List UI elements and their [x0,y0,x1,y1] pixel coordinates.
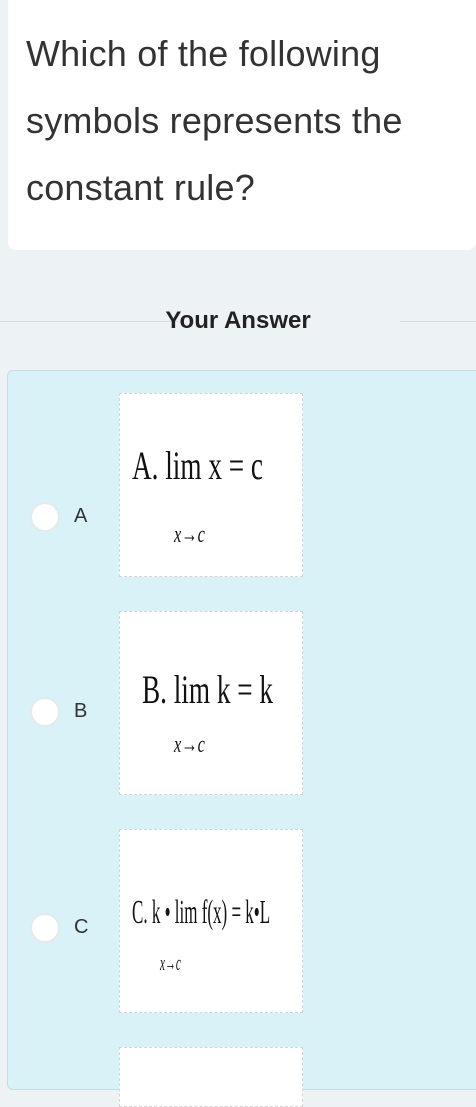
formula-text-c: C. k • lim f(x) = k•L [132,894,271,931]
formula-image-b: B. lim k = k x→c [119,611,303,795]
question-line: Which of the following [26,33,381,74]
formula-text-a: A. lim x = c [132,443,263,488]
answer-option-b[interactable]: B B. lim k = k x→c [8,611,476,795]
option-letter-a: A [74,505,88,527]
radio-button-b[interactable] [30,697,60,727]
radio-button-c[interactable] [30,913,60,943]
question-line: constant rule? [26,167,255,208]
your-answer-heading: Your Answer [165,307,311,334]
formula-text-b: B. lim k = k [142,667,273,712]
formula-subscript-b: x→c [174,732,205,758]
formula-subscript-a: x→c [174,522,205,548]
divider-line-left [0,321,178,322]
option-letter-b: B [74,700,88,722]
answers-panel: A A. lim x = c x→c B B. lim k = k x→c C … [7,370,476,1107]
divider-line-right [400,321,476,322]
answer-option-c[interactable]: C C. k • lim f(x) = k•L x→c [8,829,476,1013]
formula-image-next [119,1047,303,1107]
formula-image-c: C. k • lim f(x) = k•L x→c [119,829,303,1013]
radio-button-a[interactable] [30,502,60,532]
answer-divider: Your Answer [0,300,476,342]
question-line: symbols represents the [26,100,403,141]
answer-option-a[interactable]: A A. lim x = c x→c [8,393,476,577]
question-text: Which of the following symbols represent… [26,20,458,221]
formula-image-a: A. lim x = c x→c [119,393,303,577]
option-letter-c: C [74,916,89,938]
question-card: Which of the following symbols represent… [8,0,476,250]
formula-subscript-c: x→c [160,950,181,975]
